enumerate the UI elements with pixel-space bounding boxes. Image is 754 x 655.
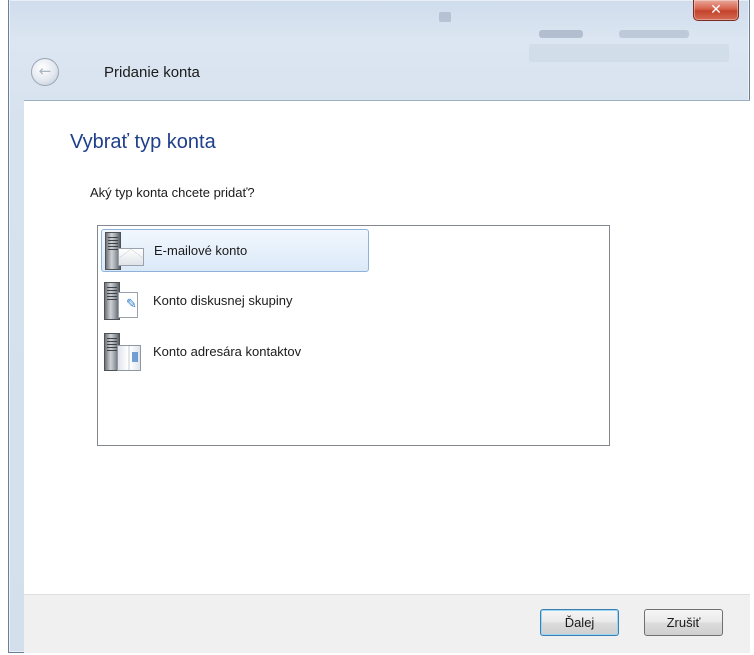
cancel-button[interactable]: Zrušiť	[644, 609, 723, 636]
list-item-label: E-mailové konto	[154, 243, 248, 258]
email-account-icon	[102, 230, 148, 272]
content-pane: Vybrať typ konta Aký typ konta chcete pr…	[24, 100, 750, 595]
next-button[interactable]: Ďalej	[540, 609, 619, 636]
list-item-label: Konto diskusnej skupiny	[153, 293, 293, 308]
close-button[interactable]: ✕	[693, 0, 739, 21]
close-icon: ✕	[710, 2, 722, 18]
button-bar: Ďalej Zrušiť	[24, 594, 750, 653]
back-arrow-icon: ←	[38, 62, 52, 80]
window-title: Pridanie konta	[104, 64, 200, 81]
list-item-newsgroup-account[interactable]: ✎ Konto diskusnej skupiny	[101, 279, 369, 322]
list-item-label: Konto adresára kontaktov	[153, 344, 302, 359]
directory-account-icon	[101, 331, 147, 373]
back-button[interactable]: ←	[31, 58, 59, 86]
page-heading: Vybrať typ konta	[70, 131, 216, 153]
question-text: Aký typ konta chcete pridať?	[90, 185, 255, 200]
list-item-email-account[interactable]: E-mailové konto	[101, 229, 369, 272]
list-item-directory-account[interactable]: Konto adresára kontaktov	[101, 330, 369, 373]
newsgroup-account-icon: ✎	[101, 280, 147, 322]
account-type-list[interactable]: E-mailové konto ✎ Konto diskusnej skupin…	[97, 225, 610, 446]
